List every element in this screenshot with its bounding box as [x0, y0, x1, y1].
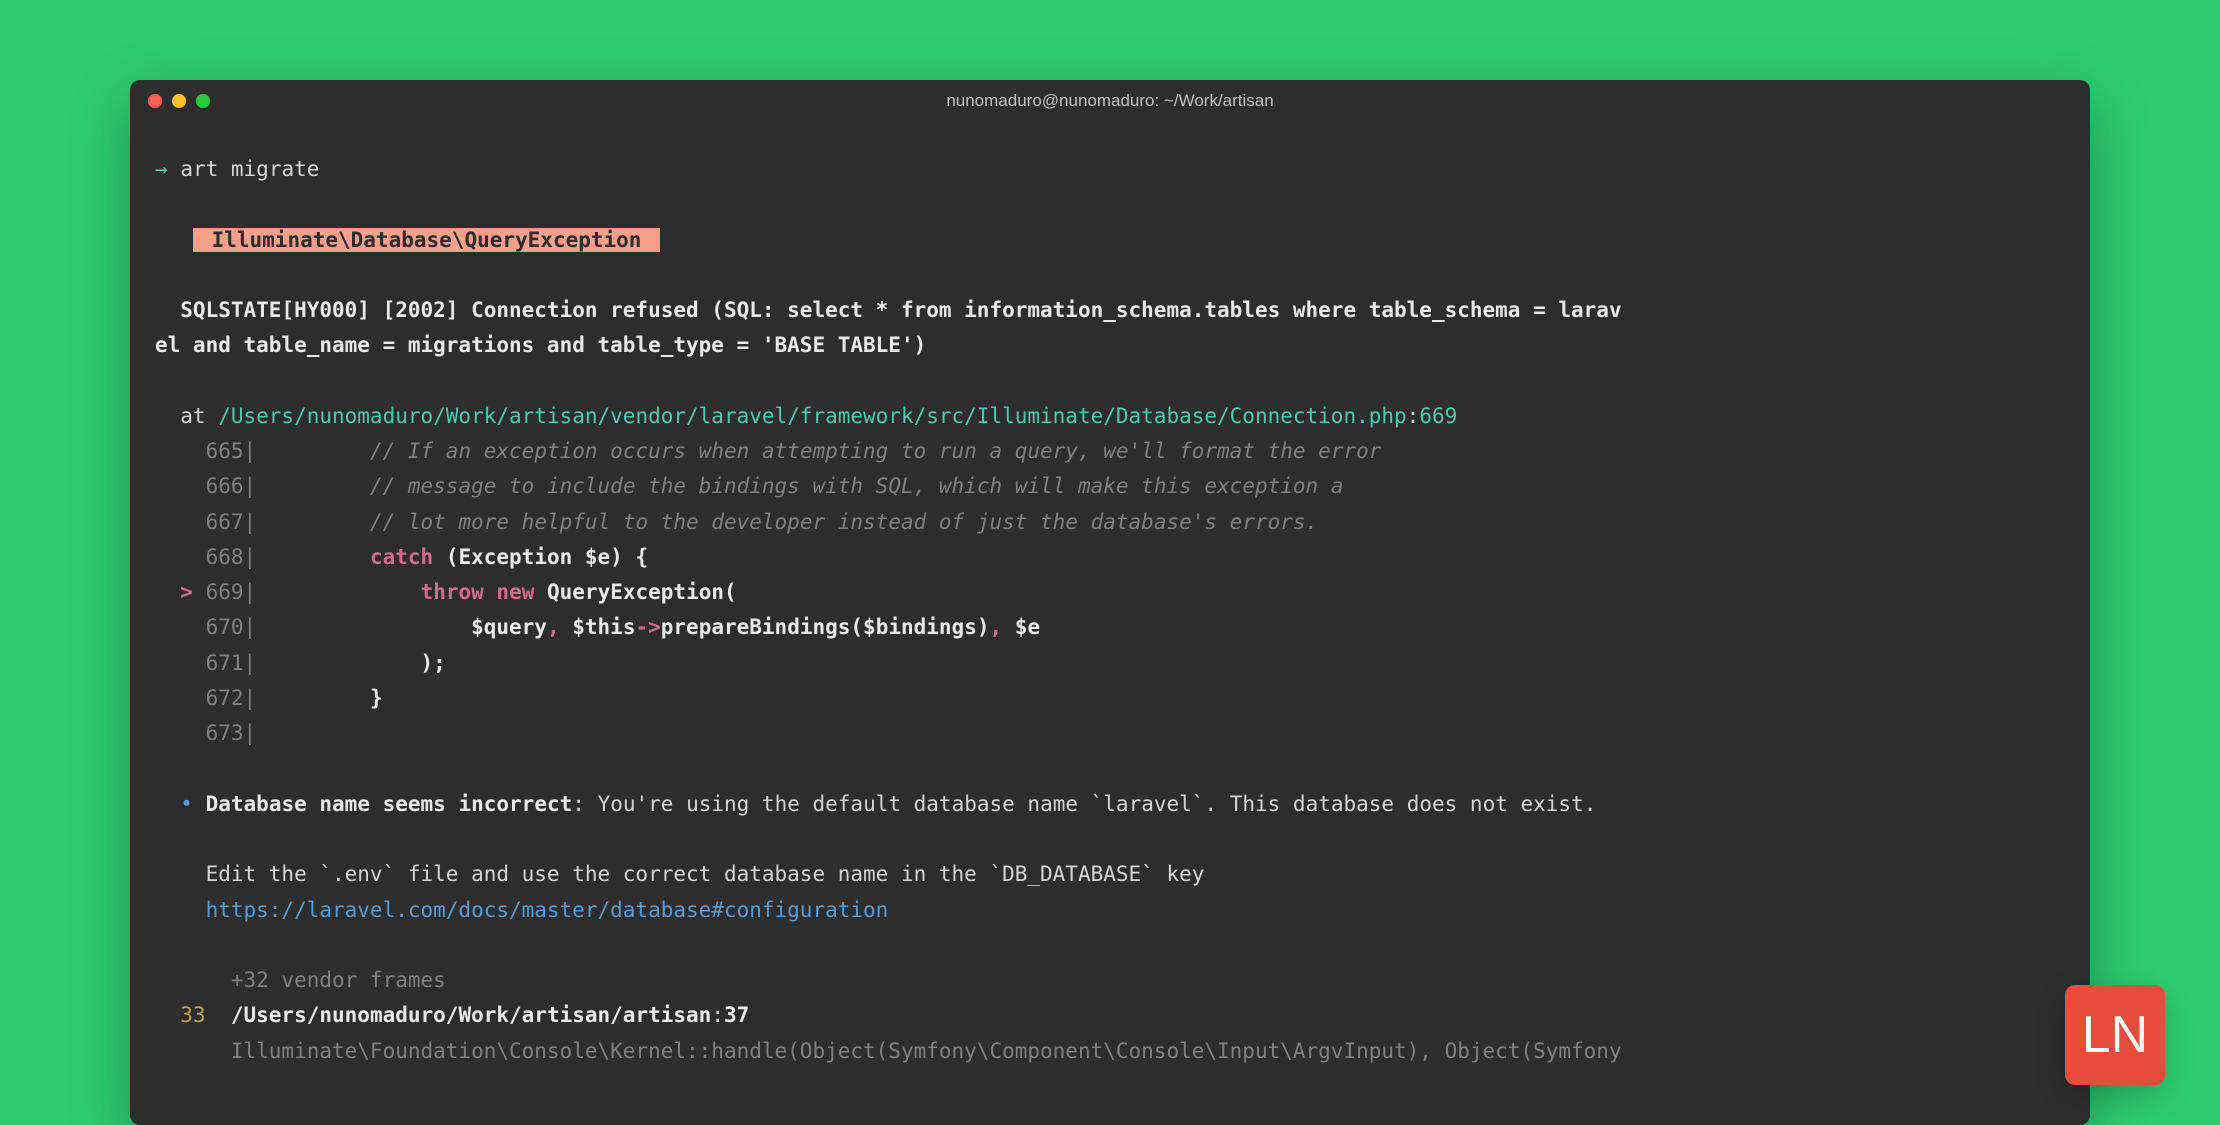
- docs-link[interactable]: https://laravel.com/docs/master/database…: [155, 898, 888, 922]
- bullet-icon: •: [180, 792, 193, 816]
- comment-665: // If an exception occurs when attemptin…: [370, 439, 1381, 463]
- error-message: SQLSTATE[HY000] [2002] Connection refuse…: [155, 298, 1622, 357]
- var-this: $this: [572, 615, 635, 639]
- vendor-frames: +32 vendor frames: [155, 968, 446, 992]
- arrow-op: ->: [635, 615, 660, 639]
- catch-rest: (Exception $e) {: [446, 545, 648, 569]
- hint-edit: Edit the `.env` file and use the correct…: [155, 862, 1204, 886]
- close-brace: }: [370, 686, 383, 710]
- frame-number: 33: [155, 1003, 206, 1027]
- line-666: 666: [206, 474, 244, 498]
- line-668: 668: [206, 545, 244, 569]
- window-title: nunomaduro@nunomaduro: ~/Work/artisan: [130, 91, 2090, 111]
- var-query: $query: [471, 615, 547, 639]
- laravel-news-logo: LN: [2065, 985, 2165, 1085]
- prompt-arrow-icon: →: [155, 157, 168, 181]
- frame-colon: :: [711, 1003, 724, 1027]
- close-paren: );: [421, 651, 446, 675]
- hint-title: Database name seems incorrect: [206, 792, 573, 816]
- command-text: art migrate: [180, 157, 319, 181]
- frame-path: /Users/nunomaduro/Work/artisan/artisan: [206, 1003, 712, 1027]
- line-671: 671: [206, 651, 244, 675]
- comma-1: ,: [547, 615, 572, 639]
- line-669: 669: [206, 580, 244, 604]
- trace-file: /Users/nunomaduro/Work/artisan/vendor/la…: [218, 404, 1406, 428]
- logo-text: LN: [2082, 1005, 2148, 1065]
- trace-colon: :: [1407, 404, 1420, 428]
- line-670: 670: [206, 615, 244, 639]
- error-line-arrow-icon: >: [180, 580, 193, 604]
- throw-rest: QueryException(: [547, 580, 737, 604]
- frame-call: Illuminate\Foundation\Console\Kernel::ha…: [155, 1039, 1622, 1063]
- terminal-content[interactable]: → art migrate Illuminate\Database\QueryE…: [130, 122, 2090, 1099]
- trace-line: 669: [1419, 404, 1457, 428]
- frame-line: 37: [724, 1003, 749, 1027]
- var-e: $e: [1015, 615, 1040, 639]
- catch-keyword: catch: [370, 545, 446, 569]
- comma-2: ,: [990, 615, 1015, 639]
- titlebar: nunomaduro@nunomaduro: ~/Work/artisan: [130, 80, 2090, 122]
- terminal-window: nunomaduro@nunomaduro: ~/Work/artisan → …: [130, 80, 2090, 1125]
- at-label: at: [155, 404, 218, 428]
- line-673: 673: [206, 721, 244, 745]
- comment-666: // message to include the bindings with …: [370, 474, 1344, 498]
- line-667: 667: [206, 510, 244, 534]
- method-call: prepareBindings($bindings): [661, 615, 990, 639]
- line-665: 665: [206, 439, 244, 463]
- hint-colon: :: [572, 792, 597, 816]
- hint-desc: You're using the default database name `…: [598, 792, 1597, 816]
- exception-badge: Illuminate\Database\QueryException: [193, 228, 660, 252]
- throw-keyword: throw new: [421, 580, 547, 604]
- line-672: 672: [206, 686, 244, 710]
- comment-667: // lot more helpful to the developer ins…: [370, 510, 1318, 534]
